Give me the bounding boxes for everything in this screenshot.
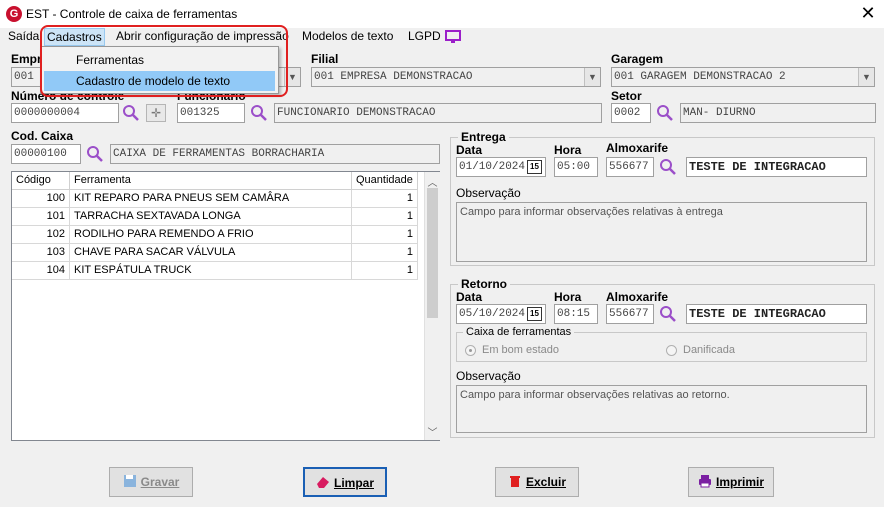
caixa-name-field: CAIXA DE FERRAMENTAS BORRACHARIA (110, 144, 440, 164)
table-row[interactable]: 103 CHAVE PARA SACAR VÁLVULA 1 (12, 244, 418, 262)
calendar-icon[interactable]: 15 (527, 307, 542, 321)
table-row[interactable]: 100 KIT REPARO PARA PNEUS SEM CAMÂRA 1 (12, 190, 418, 208)
scroll-down-icon[interactable]: ﹀ (425, 424, 440, 439)
cell-ferramenta: KIT ESPÁTULA TRUCK (70, 262, 352, 280)
printer-icon (698, 470, 712, 488)
cell-ferramenta: TARRACHA SEXTAVADA LONGA (70, 208, 352, 226)
search-icon[interactable] (659, 158, 677, 176)
setor-label: Setor (611, 89, 642, 103)
app-logo-icon: G (6, 6, 22, 22)
garagem-label: Garagem (611, 52, 664, 66)
cell-quantidade: 1 (352, 208, 418, 226)
retorno-data-label: Data (456, 290, 483, 304)
vertical-scrollbar[interactable]: ︿ ﹀ (424, 172, 440, 440)
table-row[interactable]: 101 TARRACHA SEXTAVADA LONGA 1 (12, 208, 418, 226)
cell-codigo: 100 (12, 190, 70, 208)
entrega-title: Entrega (458, 130, 509, 144)
add-button[interactable]: ✛ (146, 104, 166, 122)
retorno-obs-label: Observação (456, 369, 521, 383)
limpar-label: Limpar (333, 476, 374, 490)
excluir-label: Excluir (525, 475, 567, 489)
cell-codigo: 104 (12, 262, 70, 280)
cell-ferramenta: KIT REPARO PARA PNEUS SEM CAMÂRA (70, 190, 352, 208)
search-icon[interactable] (250, 104, 268, 122)
scroll-thumb[interactable] (427, 188, 438, 318)
entrega-observacao-textarea[interactable]: Campo para informar observações relativa… (456, 202, 867, 262)
imprimir-label: Imprimir (715, 475, 764, 489)
radio-em-bom-estado-label: Em bom estado (482, 344, 560, 356)
entrega-hora-label: Hora (554, 143, 582, 157)
chevron-down-icon[interactable]: ▼ (584, 68, 600, 86)
setor-code-field[interactable]: 0002 (611, 103, 651, 123)
filial-label: Filial (311, 52, 339, 66)
column-header-quantidade[interactable]: Quantidade (352, 172, 418, 190)
gravar-button[interactable]: Gravar (109, 467, 193, 497)
entrega-obs-label: Observação (456, 186, 521, 200)
funcionario-code-field[interactable]: 001325 (177, 103, 245, 123)
imprimir-button[interactable]: Imprimir (688, 467, 774, 497)
trash-icon (508, 470, 522, 487)
chevron-down-icon[interactable]: ▼ (858, 68, 874, 86)
window-title: EST - Controle de caixa de ferramentas (26, 7, 238, 21)
retorno-hora-label: Hora (554, 290, 582, 304)
filial-field[interactable]: 001 EMPRESA DEMONSTRACAO (311, 67, 601, 87)
highlight-annotation (40, 25, 288, 97)
menu-lgpd[interactable]: LGPD (406, 28, 443, 46)
entrega-almox-label: Almoxarife (606, 141, 669, 155)
cell-quantidade: 1 (352, 262, 418, 280)
numero-controle-field[interactable]: 0000000004 (11, 103, 119, 123)
search-icon[interactable] (656, 104, 674, 122)
column-header-codigo[interactable]: Código (12, 172, 70, 190)
entrega-data-label: Data (456, 143, 483, 157)
excluir-button[interactable]: Excluir (495, 467, 579, 497)
entrega-hora-field[interactable]: 05:00 (554, 157, 598, 177)
retorno-almox-label: Almoxarife (606, 290, 669, 304)
scroll-up-icon[interactable]: ︿ (425, 174, 440, 189)
cell-codigo: 101 (12, 208, 70, 226)
cell-ferramenta: RODILHO PARA REMENDO A FRIO (70, 226, 352, 244)
cell-codigo: 103 (12, 244, 70, 262)
ferramentas-table[interactable]: Código Ferramenta Quantidade 100 KIT REP… (11, 171, 440, 441)
menu-saida[interactable]: Saída (6, 28, 41, 46)
cod-caixa-field[interactable]: 00000100 (11, 144, 81, 164)
search-icon[interactable] (122, 104, 140, 122)
radio-danificada-label: Danificada (683, 344, 735, 356)
save-icon (123, 470, 137, 487)
setor-name-field: MAN- DIURNO (680, 103, 876, 123)
retorno-observacao-textarea[interactable]: Campo para informar observações relativa… (456, 385, 867, 433)
cod-caixa-label: Cod. Caixa (11, 129, 74, 143)
retorno-title: Retorno (458, 277, 510, 291)
entrega-almox-name-field: TESTE DE INTEGRACAO (686, 157, 867, 177)
retorno-almox-code-field[interactable]: 556677 (606, 304, 654, 324)
search-icon[interactable] (86, 145, 104, 163)
cell-quantidade: 1 (352, 190, 418, 208)
cell-codigo: 102 (12, 226, 70, 244)
search-icon[interactable] (659, 305, 677, 323)
radio-danificada[interactable] (666, 345, 677, 356)
garagem-field[interactable]: 001 GARAGEM DEMONSTRACAO 2 (611, 67, 875, 87)
eraser-icon (316, 471, 330, 488)
close-icon[interactable]: ✕ (858, 3, 878, 23)
caixa-ferramentas-label: Caixa de ferramentas (463, 326, 575, 338)
limpar-button[interactable]: Limpar (303, 467, 387, 497)
column-header-ferramenta[interactable]: Ferramenta (70, 172, 352, 190)
cell-quantidade: 1 (352, 244, 418, 262)
entrega-almox-code-field[interactable]: 556677 (606, 157, 654, 177)
calendar-icon[interactable]: 15 (527, 160, 542, 174)
radio-em-bom-estado[interactable] (465, 345, 476, 356)
menu-modelos-texto[interactable]: Modelos de texto (300, 28, 395, 46)
retorno-almox-name-field: TESTE DE INTEGRACAO (686, 304, 867, 324)
cell-ferramenta: CHAVE PARA SACAR VÁLVULA (70, 244, 352, 262)
cell-quantidade: 1 (352, 226, 418, 244)
gravar-label: Gravar (140, 475, 180, 489)
funcionario-name-field: FUNCIONARIO DEMONSTRACAO (274, 103, 602, 123)
table-row[interactable]: 104 KIT ESPÁTULA TRUCK 1 (12, 262, 418, 280)
table-row[interactable]: 102 RODILHO PARA REMENDO A FRIO 1 (12, 226, 418, 244)
monitor-icon[interactable] (445, 30, 461, 44)
retorno-hora-field[interactable]: 08:15 (554, 304, 598, 324)
